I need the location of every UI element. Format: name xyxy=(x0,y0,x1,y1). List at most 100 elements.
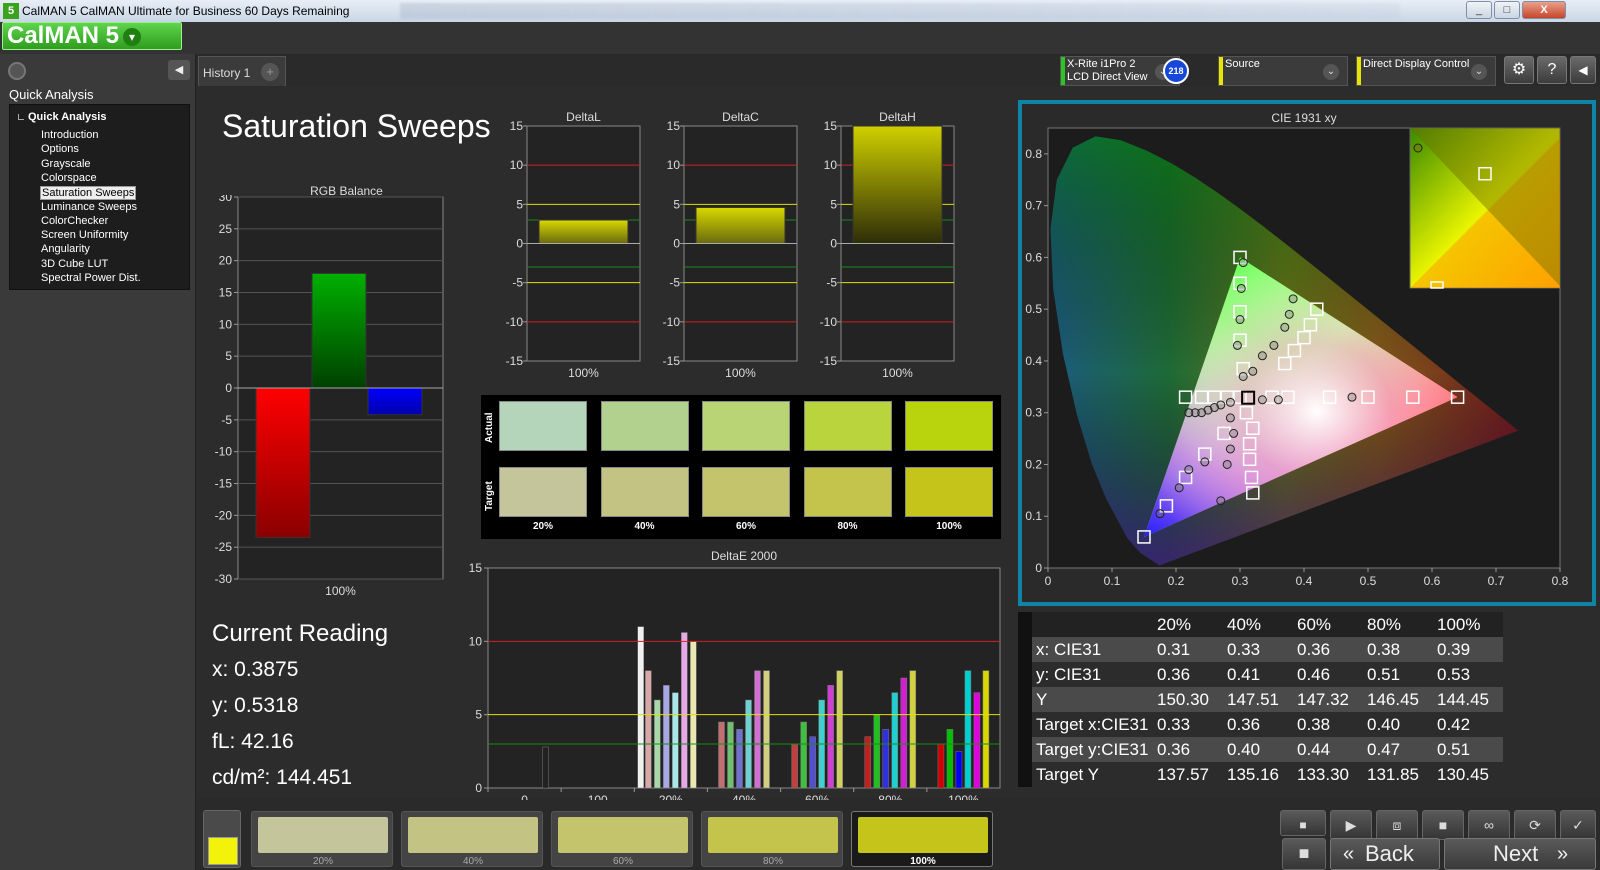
close-button[interactable]: X xyxy=(1522,1,1566,19)
actual-marker xyxy=(1184,408,1194,418)
target-swatch xyxy=(702,467,790,517)
table-cell: 144.45 xyxy=(1433,687,1503,712)
target-swatch xyxy=(600,467,689,517)
display-selector[interactable]: Direct Display Control ⌄ xyxy=(1356,56,1496,86)
deltae-bar xyxy=(637,626,644,789)
window-title: CalMAN 5 CalMAN Ultimate for Business 60… xyxy=(22,4,350,18)
y-tick-label: 25 xyxy=(219,222,233,236)
sidebar-item-introduction[interactable]: Introduction xyxy=(40,129,99,141)
tree-expander-icon[interactable] xyxy=(18,114,24,120)
calman-logo-menu[interactable]: CalMAN 5 ▾ xyxy=(2,22,182,50)
stop-series-icon[interactable]: ■ xyxy=(1422,810,1464,840)
actual-marker xyxy=(1229,428,1239,438)
meter-color-bar xyxy=(1061,57,1065,85)
sidebar-item-options[interactable]: Options xyxy=(40,143,80,155)
actual-marker xyxy=(1248,366,1258,376)
actual-marker xyxy=(1236,283,1246,293)
patch-button[interactable]: 100% xyxy=(851,811,993,867)
help-icon[interactable]: ? xyxy=(1537,56,1567,84)
loop-icon[interactable]: ∞ xyxy=(1468,810,1510,840)
meter-selector[interactable]: X-Rite i1Pro 2 LCD Direct View ⌄ xyxy=(1060,56,1180,86)
deltae-bar xyxy=(909,670,917,789)
patch-button[interactable]: 80% xyxy=(701,811,843,867)
table-row: Target x:CIE31 0.33 0.36 0.38 0.40 0.42 xyxy=(1018,712,1503,737)
table-cell: 0.36 xyxy=(1153,737,1223,762)
actual-marker xyxy=(1155,509,1165,519)
play-icon[interactable]: ▶ xyxy=(1330,810,1372,840)
tab-history-1[interactable]: History 1 + xyxy=(198,56,286,86)
add-tab-button[interactable]: + xyxy=(261,63,279,81)
back-arrows-icon: « xyxy=(1343,843,1355,865)
actual-swatch xyxy=(499,401,587,451)
chevron-down-icon[interactable]: ▾ xyxy=(123,27,142,46)
logo-bar xyxy=(0,22,1600,54)
patch-swatch xyxy=(708,817,838,853)
back-button[interactable]: « Back xyxy=(1330,838,1440,870)
target-row-label: Target xyxy=(484,481,495,511)
read-series-icon[interactable]: ⧈ xyxy=(1376,810,1418,840)
patch-button[interactable]: 60% xyxy=(551,811,693,867)
reading-y: y: 0.5318 xyxy=(212,694,299,717)
deltae-bar xyxy=(836,670,843,789)
y-tick-label: -5 xyxy=(826,276,837,290)
patch-button[interactable]: 20% xyxy=(251,811,393,867)
next-button[interactable]: Next » xyxy=(1444,838,1596,870)
deltae-bar xyxy=(718,721,725,789)
record-icon[interactable]: ■ xyxy=(1282,838,1326,870)
sidebar-item-colorspace[interactable]: Colorspace xyxy=(40,172,98,184)
y-tick-label: -10 xyxy=(215,445,233,459)
refresh-icon[interactable]: ⟳ xyxy=(1514,810,1556,840)
y-tick-label: 0.3 xyxy=(1025,406,1042,420)
sidebar-item-spectral-power-dist[interactable]: Spectral Power Dist. xyxy=(40,272,142,284)
patch-swatch xyxy=(558,817,688,853)
minimize-button[interactable]: _ xyxy=(1466,1,1492,19)
pin-icon[interactable] xyxy=(8,62,26,80)
meter-badge[interactable]: 218 xyxy=(1163,58,1189,84)
chevron-down-icon[interactable]: ⌄ xyxy=(1471,64,1487,80)
collapse-sidebar-button[interactable]: ◀ xyxy=(168,60,190,80)
sidebar-item-angularity[interactable]: Angularity xyxy=(40,243,91,255)
y-tick-label: -20 xyxy=(215,508,233,522)
check-icon[interactable]: ✓ xyxy=(1560,810,1596,840)
reading-fl: fL: 42.16 xyxy=(212,730,294,753)
sidebar-item-screen-uniformity[interactable]: Screen Uniformity xyxy=(40,229,129,241)
maximize-button[interactable]: □ xyxy=(1494,1,1520,19)
patch-button[interactable]: 40% xyxy=(401,811,543,867)
sidebar-item-3d-cube-lut[interactable]: 3D Cube LUT xyxy=(40,258,109,270)
target-swatch xyxy=(499,467,587,517)
patch-swatch xyxy=(408,817,538,853)
column-header: 100% xyxy=(1433,612,1503,637)
deltae-bar xyxy=(937,743,945,789)
x-category-label: 100% xyxy=(725,366,756,380)
delta-chart-title: DeltaC xyxy=(722,110,759,124)
current-swatch xyxy=(208,837,238,865)
actual-marker xyxy=(1238,371,1248,381)
current-swatch-holder[interactable] xyxy=(203,810,241,868)
stop-icon[interactable]: ■ xyxy=(1280,810,1326,836)
column-header: 40% xyxy=(1223,612,1293,637)
deltae-bar xyxy=(542,746,549,789)
y-tick-label: 0 xyxy=(1035,561,1042,575)
swatch-label: 80% xyxy=(837,521,858,532)
sidebar-item-luminance-sweeps[interactable]: Luminance Sweeps xyxy=(40,201,138,213)
sidebar-item-saturation-sweeps[interactable]: Saturation Sweeps xyxy=(40,186,137,201)
table-cell: 137.57 xyxy=(1157,764,1209,784)
current-reading: Current Reading x: 0.3875 y: 0.5318 fL: … xyxy=(212,620,388,802)
table-cell: 147.51 xyxy=(1223,687,1293,712)
settings-gear-icon[interactable]: ⚙ xyxy=(1504,56,1534,84)
reading-cdm2: cd/m²: 144.451 xyxy=(212,766,353,789)
y-tick-label: 0.8 xyxy=(1025,147,1042,161)
source-selector[interactable]: Source ⌄ xyxy=(1218,56,1348,86)
column-header: 60% xyxy=(1293,612,1363,637)
actual-marker xyxy=(1225,444,1235,454)
y-tick-label: 15 xyxy=(469,561,483,575)
chevron-down-icon[interactable]: ⌄ xyxy=(1323,64,1339,80)
sidebar-item-grayscale[interactable]: Grayscale xyxy=(40,158,92,170)
y-tick-label: 0.7 xyxy=(1025,199,1042,213)
tree-root[interactable]: Quick Analysis xyxy=(28,111,106,123)
sidebar-item-colorchecker[interactable]: ColorChecker xyxy=(40,215,109,227)
table-cell: 0.40 xyxy=(1223,737,1293,762)
x-tick-label: 0.8 xyxy=(1552,574,1569,588)
panel-back-icon[interactable]: ◀ xyxy=(1570,56,1596,84)
y-tick-label: 0 xyxy=(516,237,523,251)
